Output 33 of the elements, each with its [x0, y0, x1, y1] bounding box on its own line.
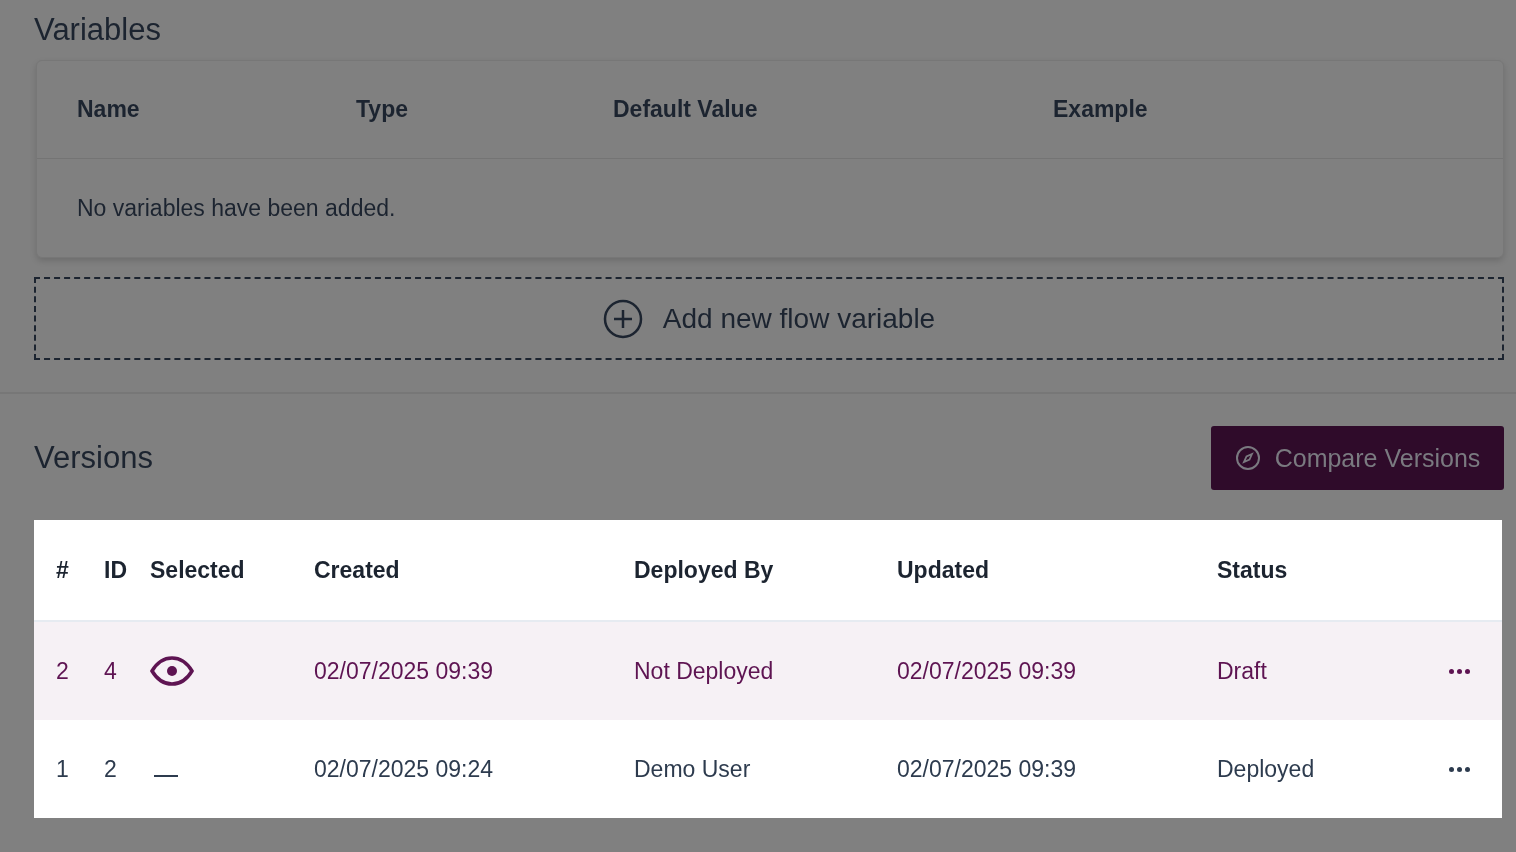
table-cell-text: Deployed — [1217, 755, 1316, 783]
plus-circle-icon — [602, 298, 643, 339]
table-cell-text: 02/07/2025 09:24 — [314, 755, 495, 783]
column-header: Deployed By — [634, 556, 775, 584]
version-row[interactable]: 2 4 02/07/2025 09:39 Not Deployed 02/07/2025 09:39 Draft — [34, 622, 1502, 720]
table-cell-text: Demo User — [634, 755, 752, 783]
table-cell-text: Not Deployed — [634, 657, 775, 685]
column-header: Name — [77, 96, 141, 123]
column-header: Type — [356, 96, 409, 123]
eye-icon — [150, 656, 194, 686]
column-header: Created — [314, 556, 401, 584]
section-title: Versions — [34, 439, 153, 477]
column-header: Example — [1053, 96, 1149, 123]
compass-icon — [1234, 445, 1261, 471]
table-cell-text: 02/07/2025 09:39 — [897, 755, 1078, 783]
section-title: Variables — [34, 11, 162, 49]
table-cell-text: 4 — [104, 657, 118, 685]
column-header: # — [56, 556, 70, 584]
column-header: ID — [104, 556, 128, 584]
column-header: Selected — [150, 556, 246, 584]
table-cell-text: Draft — [1217, 657, 1268, 685]
add-variable-button[interactable]: Add new flow variable — [34, 277, 1504, 360]
table-cell-text: 02/07/2025 09:39 — [314, 657, 495, 685]
dash-icon — [154, 774, 178, 777]
column-header: Default Value — [613, 96, 759, 123]
table-cell-text: 2 — [56, 657, 70, 685]
column-header: Updated — [897, 556, 990, 584]
table-cell-text: 02/07/2025 09:39 — [897, 657, 1078, 685]
table-cell-text: 1 — [56, 755, 70, 783]
compare-versions-button[interactable]: Compare Versions — [1211, 426, 1504, 490]
column-header: Status — [1217, 556, 1289, 584]
empty-message: No variables have been added. — [76, 193, 397, 223]
table-cell-text: 2 — [104, 755, 118, 783]
